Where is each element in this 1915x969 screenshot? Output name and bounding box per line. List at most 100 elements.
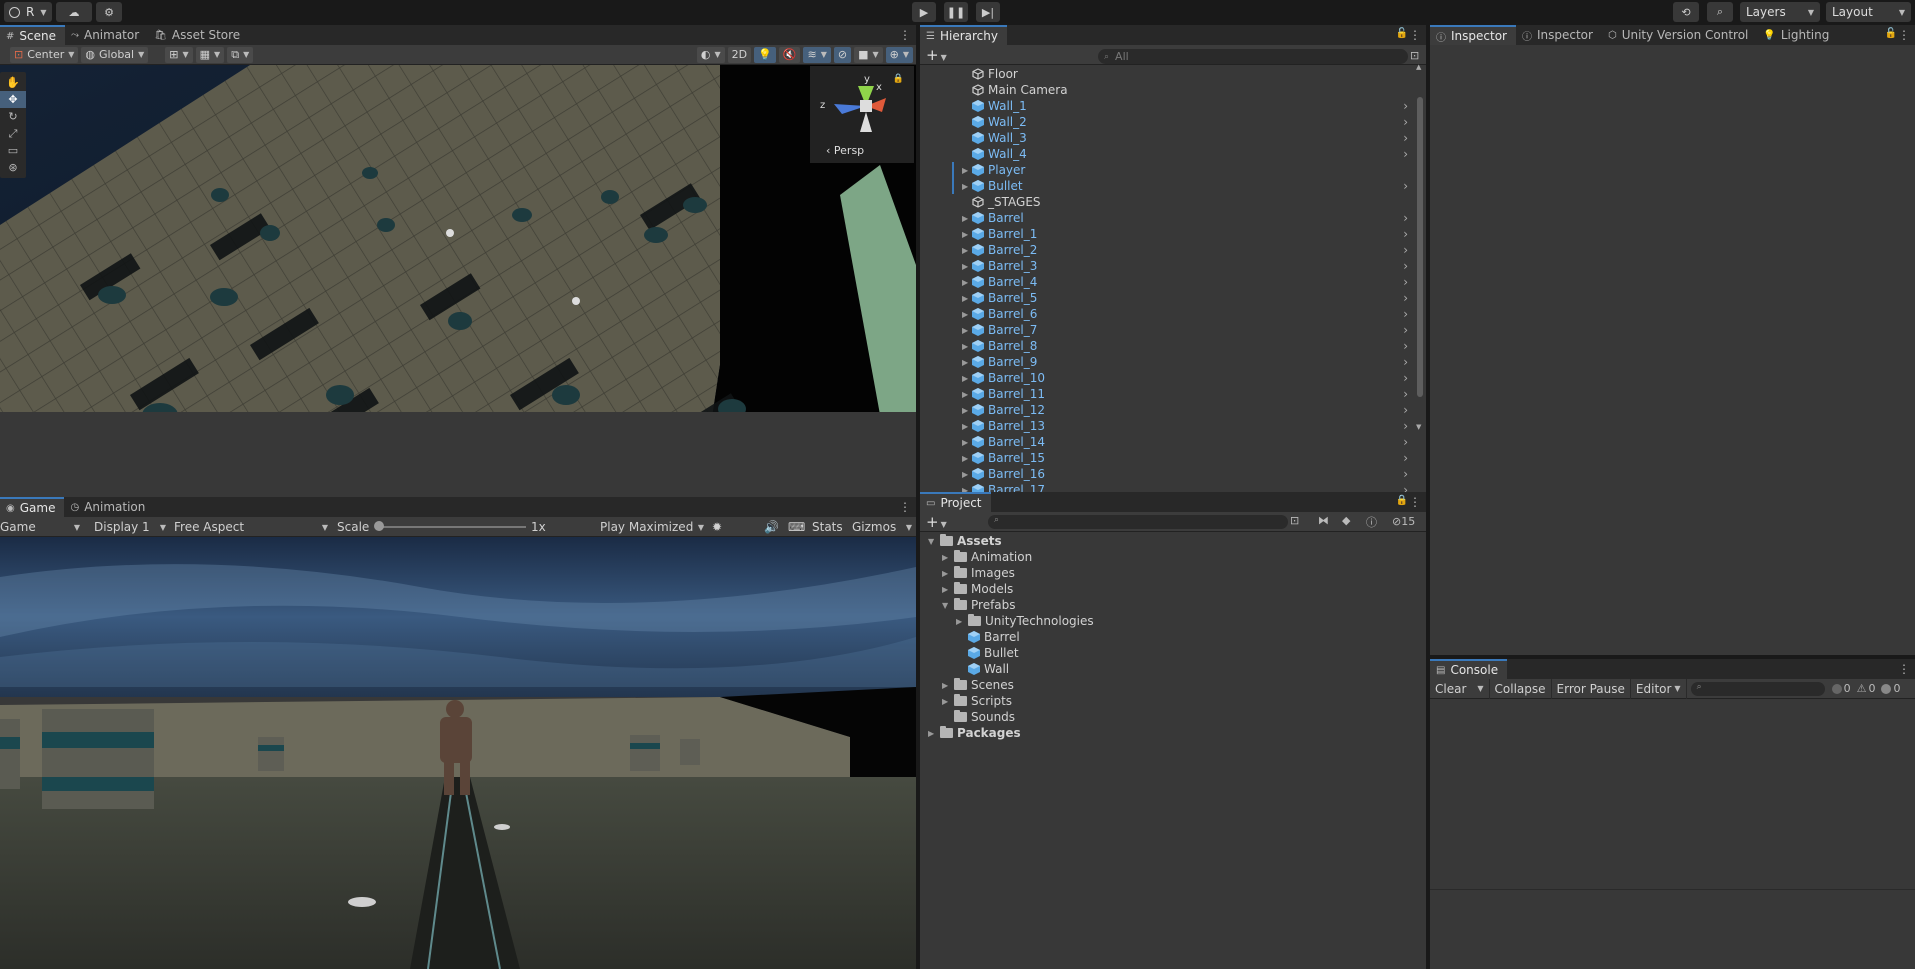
- expand-arrow-icon[interactable]: ▶: [962, 182, 968, 191]
- tab-inspector[interactable]: ⓘ Inspector: [1430, 25, 1516, 45]
- hierarchy-item[interactable]: ▶ Barrel ›: [920, 210, 1412, 226]
- project-tree-item[interactable]: ▼ Prefabs: [942, 597, 1016, 613]
- lock-icon[interactable]: 🔒: [1396, 495, 1408, 506]
- open-prefab-chevron-icon[interactable]: ›: [1403, 131, 1408, 145]
- keyboard-icon[interactable]: ⌨: [788, 519, 805, 535]
- audio-mute-icon[interactable]: 🔊: [764, 519, 779, 535]
- tab-animation[interactable]: ◷ Animation: [64, 497, 154, 517]
- cloud-button[interactable]: ☁: [56, 2, 92, 22]
- project-tree-item[interactable]: Barrel: [956, 629, 1020, 645]
- scene-visibility-toggle[interactable]: ⊘: [833, 46, 852, 63]
- expand-arrow-icon[interactable]: ▶: [942, 553, 950, 562]
- hierarchy-item[interactable]: ▶ Barrel_13 ›: [920, 418, 1412, 434]
- open-prefab-chevron-icon[interactable]: ›: [1403, 451, 1408, 465]
- draw-mode-dropdown[interactable]: ◐ ▼: [696, 46, 725, 63]
- effects-dropdown[interactable]: ≋ ▼: [803, 46, 831, 63]
- open-prefab-chevron-icon[interactable]: ›: [1403, 419, 1408, 433]
- expand-arrow-icon[interactable]: ▶: [956, 617, 964, 626]
- scene-viewport[interactable]: ✋ ✥ ↻ ⤢ ▭ ⊛ y z x ‹ Persp 🔒: [0, 65, 916, 412]
- search-button[interactable]: ⌕: [1707, 2, 1733, 22]
- project-tree-item[interactable]: ▶ UnityTechnologies: [956, 613, 1094, 629]
- hierarchy-item[interactable]: ▶ Barrel_16 ›: [920, 466, 1412, 482]
- layers-dropdown[interactable]: Layers ▼: [1740, 2, 1820, 22]
- expand-arrow-icon[interactable]: ▶: [962, 358, 968, 367]
- kebab-menu-icon[interactable]: ⋮: [1898, 662, 1910, 676]
- expand-arrow-icon[interactable]: ▶: [962, 326, 968, 335]
- hierarchy-item[interactable]: ▶ Barrel_14 ›: [920, 434, 1412, 450]
- filter-label-icon[interactable]: ◆: [1342, 514, 1350, 527]
- open-prefab-chevron-icon[interactable]: ›: [1403, 99, 1408, 113]
- gizmos-dropdown[interactable]: Gizmos ▼: [852, 519, 912, 535]
- orientation-gizmo[interactable]: y z x ‹ Persp 🔒: [810, 66, 914, 163]
- hierarchy-item[interactable]: ▶ Barrel_9 ›: [920, 354, 1412, 370]
- lock-icon[interactable]: 🔓: [1396, 28, 1408, 39]
- filter-type-icon[interactable]: ⧓: [1318, 514, 1329, 527]
- services-button[interactable]: ⚙: [96, 2, 122, 22]
- error-pause-button[interactable]: Error Pause: [1552, 678, 1631, 699]
- hierarchy-item[interactable]: Wall_1 ›: [920, 98, 1412, 114]
- open-prefab-chevron-icon[interactable]: ›: [1403, 259, 1408, 273]
- projection-label[interactable]: ‹ Persp: [826, 144, 864, 157]
- open-prefab-chevron-icon[interactable]: ›: [1403, 371, 1408, 385]
- camera-dropdown[interactable]: ■ ▼: [854, 46, 883, 63]
- error-count-toggle[interactable]: 0: [1878, 682, 1903, 695]
- gizmos-dropdown[interactable]: ⊕ ▼: [885, 46, 913, 63]
- project-tree-item[interactable]: ▶ Scripts: [942, 693, 1012, 709]
- filter-info-icon[interactable]: ⓘ: [1366, 514, 1377, 530]
- collapse-button[interactable]: Collapse: [1490, 678, 1552, 699]
- expand-arrow-icon[interactable]: ▶: [962, 342, 968, 351]
- info-count-toggle[interactable]: 0: [1829, 682, 1854, 695]
- hierarchy-item[interactable]: ▶ Barrel_12 ›: [920, 402, 1412, 418]
- tab-animator[interactable]: ⤳ Animator: [65, 25, 148, 45]
- display-dropdown[interactable]: Display 1 ▼: [94, 519, 166, 535]
- expand-arrow-icon[interactable]: ▶: [962, 438, 968, 447]
- open-prefab-chevron-icon[interactable]: ›: [1403, 339, 1408, 353]
- project-tree-item[interactable]: ▶ Packages: [928, 725, 1021, 741]
- expand-arrow-icon[interactable]: ▶: [928, 729, 936, 738]
- expand-arrow-icon[interactable]: ▶: [962, 310, 968, 319]
- open-prefab-chevron-icon[interactable]: ›: [1403, 323, 1408, 337]
- hierarchy-item[interactable]: Main Camera: [920, 82, 1412, 98]
- tab-game[interactable]: ◉ Game: [0, 497, 65, 517]
- expand-arrow-icon[interactable]: ▶: [962, 278, 968, 287]
- search-by-type-icon[interactable]: ⊡: [1290, 514, 1299, 527]
- project-tree-item[interactable]: ▶ Images: [942, 565, 1015, 581]
- hierarchy-item[interactable]: ▶ Barrel_10 ›: [920, 370, 1412, 386]
- aspect-dropdown[interactable]: Free Aspect ▼: [174, 519, 328, 535]
- tab-inspector-2[interactable]: ⓘ Inspector: [1516, 25, 1602, 45]
- clear-button[interactable]: Clear ▼: [1430, 678, 1490, 699]
- hierarchy-item[interactable]: ▶ Barrel_4 ›: [920, 274, 1412, 290]
- scale-slider-handle[interactable]: [374, 521, 384, 531]
- audio-toggle[interactable]: 🔇: [778, 46, 801, 63]
- expand-arrow-icon[interactable]: ▶: [942, 681, 950, 690]
- editor-dropdown[interactable]: Editor ▼: [1631, 678, 1687, 699]
- console-divider[interactable]: [1430, 889, 1915, 890]
- scrollbar-thumb[interactable]: [1417, 97, 1423, 397]
- hierarchy-item[interactable]: _STAGES: [920, 194, 1412, 210]
- expand-arrow-icon[interactable]: ▶: [962, 166, 968, 175]
- hierarchy-item[interactable]: ▶ Barrel_8 ›: [920, 338, 1412, 354]
- open-prefab-chevron-icon[interactable]: ›: [1403, 227, 1408, 241]
- rect-tool-icon[interactable]: ▭: [0, 142, 26, 159]
- history-button[interactable]: ⟲: [1673, 2, 1699, 22]
- 2d-toggle[interactable]: 2D: [727, 46, 752, 63]
- open-prefab-chevron-icon[interactable]: ›: [1403, 435, 1408, 449]
- pivot-dropdown[interactable]: ⊡ Center ▼: [10, 46, 79, 63]
- move-tool-icon[interactable]: ✥: [0, 91, 26, 108]
- kebab-menu-icon[interactable]: ⋮: [1409, 28, 1421, 42]
- open-prefab-chevron-icon[interactable]: ›: [1403, 147, 1408, 161]
- play-button[interactable]: ▶: [912, 2, 936, 22]
- bug-icon[interactable]: ✹: [712, 519, 722, 535]
- expand-arrow-icon[interactable]: ▶: [962, 406, 968, 415]
- hierarchy-item[interactable]: ▶ Player: [920, 162, 1412, 178]
- hierarchy-search-input[interactable]: ⌕ All: [1098, 49, 1408, 64]
- expand-arrow-icon[interactable]: ▶: [942, 569, 950, 578]
- open-prefab-chevron-icon[interactable]: ›: [1403, 387, 1408, 401]
- lock-icon[interactable]: 🔓: [1885, 28, 1897, 39]
- hand-tool-icon[interactable]: ✋: [0, 74, 26, 91]
- hierarchy-item[interactable]: ▶ Barrel_11 ›: [920, 386, 1412, 402]
- open-prefab-chevron-icon[interactable]: ›: [1403, 179, 1408, 193]
- open-prefab-chevron-icon[interactable]: ›: [1403, 403, 1408, 417]
- transform-tool-icon[interactable]: ⊛: [0, 159, 26, 176]
- open-prefab-chevron-icon[interactable]: ›: [1403, 115, 1408, 129]
